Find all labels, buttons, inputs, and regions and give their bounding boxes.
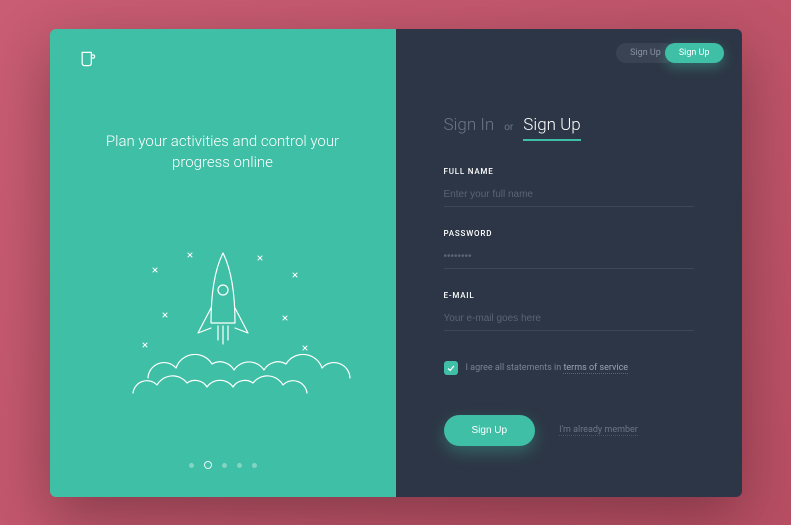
field-email: E-MAIL	[444, 291, 694, 331]
signup-form: FULL NAME PASSWORD E-MAIL I agree all st…	[444, 167, 694, 446]
signup-card: Plan your activities and control your pr…	[50, 29, 742, 497]
carousel-dots[interactable]	[78, 463, 368, 469]
logo-cup-icon	[78, 49, 98, 69]
email-label: E-MAIL	[444, 291, 694, 300]
fullname-input[interactable]	[444, 187, 694, 207]
dot-3[interactable]	[222, 463, 227, 468]
form-panel: Sign Up Sign Up Sign In or Sign Up FULL …	[396, 29, 742, 497]
hero-tagline: Plan your activities and control your pr…	[78, 131, 368, 173]
top-tab-group: Sign Up Sign Up	[616, 43, 723, 63]
form-actions: Sign Up I'm already member	[444, 415, 694, 446]
terms-prefix: I agree all statements in	[466, 363, 562, 373]
submit-button[interactable]: Sign Up	[444, 415, 536, 446]
dot-4[interactable]	[237, 463, 242, 468]
tab-separator: or	[504, 122, 513, 133]
email-input[interactable]	[444, 311, 694, 331]
terms-checkbox[interactable]	[444, 361, 458, 375]
hero-panel: Plan your activities and control your pr…	[50, 29, 396, 497]
password-input[interactable]	[444, 249, 694, 269]
dot-1[interactable]	[189, 463, 194, 468]
auth-tabs: Sign In or Sign Up	[444, 115, 694, 141]
tab-signup[interactable]: Sign Up	[523, 115, 580, 141]
terms-link[interactable]: terms of service	[563, 363, 628, 374]
tab-signin[interactable]: Sign In	[444, 115, 495, 135]
top-tab-signup[interactable]: Sign Up	[665, 43, 724, 63]
rocket-illustration	[78, 183, 368, 463]
field-fullname: FULL NAME	[444, 167, 694, 207]
fullname-label: FULL NAME	[444, 167, 694, 176]
field-password: PASSWORD	[444, 229, 694, 269]
terms-text: I agree all statements in terms of servi…	[466, 363, 629, 373]
already-member-link[interactable]: I'm already member	[559, 425, 638, 436]
dot-2-active[interactable]	[204, 461, 212, 469]
dot-5[interactable]	[252, 463, 257, 468]
password-label: PASSWORD	[444, 229, 694, 238]
terms-row: I agree all statements in terms of servi…	[444, 361, 694, 375]
